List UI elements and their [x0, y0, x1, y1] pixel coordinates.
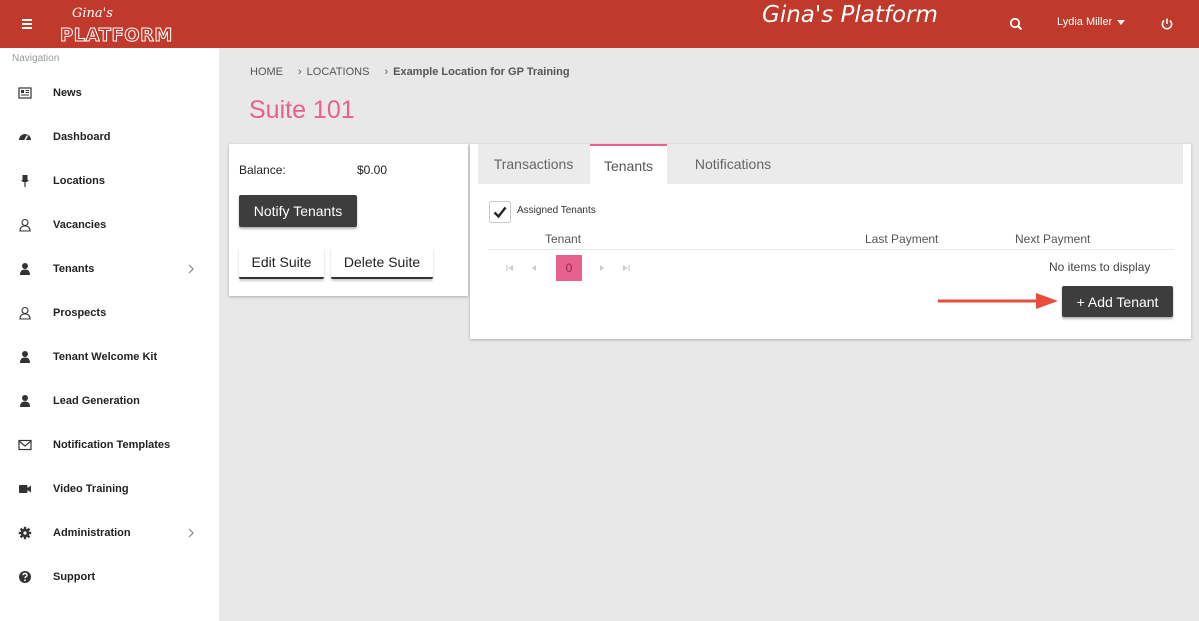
sidebar-item-label: Prospects: [53, 307, 107, 319]
envelope-icon: [18, 439, 32, 451]
sidebar-item-label: Dashboard: [53, 131, 111, 143]
user-icon: [20, 263, 30, 275]
breadcrumb-locations[interactable]: LOCATIONS: [307, 66, 370, 78]
suite-tabs-panel: Transactions Tenants Notifications Assig…: [470, 144, 1191, 339]
next-page-icon[interactable]: [590, 256, 614, 280]
chevron-right-icon: [188, 528, 194, 538]
sidebar-item-prospects[interactable]: Prospects: [0, 298, 219, 328]
tab-tenants[interactable]: Tenants: [590, 144, 667, 186]
balance-value: $0.00: [357, 163, 388, 177]
top-bar: Gina's PLATFORM Gina's Platform Lydia Mi…: [0, 0, 1199, 48]
breadcrumb-current: Example Location for GP Training: [393, 66, 570, 78]
edit-suite-button[interactable]: Edit Suite: [239, 247, 324, 279]
sidebar-item-vacancies[interactable]: Vacancies: [0, 210, 219, 240]
sidebar-item-support[interactable]: Support: [0, 562, 219, 592]
tenants-grid-header: Tenant Last Payment Next Payment: [488, 230, 1174, 250]
tab-notifications[interactable]: Notifications: [673, 144, 793, 184]
sidebar-item-tenant-welcome-kit[interactable]: Tenant Welcome Kit: [0, 342, 219, 372]
user-icon: [20, 351, 30, 363]
chevron-right-icon: [188, 264, 194, 274]
column-header-last-payment[interactable]: Last Payment: [865, 232, 938, 246]
sidebar-item-locations[interactable]: Locations: [0, 166, 219, 196]
power-icon[interactable]: [1160, 17, 1174, 31]
page-title: Suite 101: [249, 96, 355, 124]
logo[interactable]: Gina's PLATFORM: [58, 4, 173, 47]
sidebar-item-notification-templates[interactable]: Notification Templates: [0, 430, 219, 460]
suite-summary-card: Balance: $0.00 Notify Tenants Edit Suite…: [229, 144, 468, 296]
checkmark-icon: [493, 206, 507, 219]
sidebar-item-label: Lead Generation: [53, 395, 140, 407]
gauge-icon: [19, 134, 31, 141]
delete-suite-button[interactable]: Delete Suite: [331, 247, 433, 279]
menu-icon[interactable]: [22, 15, 36, 33]
sidebar-item-label: Tenant Welcome Kit: [53, 351, 158, 363]
assigned-tenants-label: Assigned Tenants: [517, 205, 596, 216]
pin-icon: [21, 175, 29, 187]
logo-word: PLATFORM: [60, 25, 173, 47]
breadcrumb: HOME › LOCATIONS › Example Location for …: [250, 66, 570, 78]
sidebar: Navigation News Dashboard Locations Vaca…: [0, 48, 219, 621]
logo-script: Gina's: [72, 6, 113, 21]
last-page-icon[interactable]: [614, 256, 638, 280]
sidebar-item-label: Notification Templates: [53, 439, 171, 451]
sidebar-item-news[interactable]: News: [0, 78, 219, 108]
tab-transactions[interactable]: Transactions: [478, 144, 589, 184]
sidebar-item-label: Locations: [53, 175, 105, 187]
current-page-number[interactable]: 0: [556, 255, 582, 281]
user-name: Lydia Miller: [1057, 16, 1113, 28]
caret-down-icon: [1117, 19, 1126, 25]
question-icon: [19, 571, 31, 583]
app-title: Gina's Platform: [762, 2, 938, 28]
notify-tenants-button[interactable]: Notify Tenants: [239, 195, 357, 227]
sidebar-item-dashboard[interactable]: Dashboard: [0, 122, 219, 152]
grid-empty-message: No items to display: [1049, 260, 1151, 274]
assigned-tenants-checkbox[interactable]: [489, 201, 511, 223]
user-icon: [20, 395, 30, 407]
sidebar-item-label: Administration: [53, 527, 131, 539]
sidebar-item-video-training[interactable]: Video Training: [0, 474, 219, 504]
newspaper-icon: [18, 87, 32, 99]
tab-strip: Transactions Tenants Notifications: [478, 144, 1183, 186]
sidebar-item-lead-generation[interactable]: Lead Generation: [0, 386, 219, 416]
first-page-icon[interactable]: [498, 256, 522, 280]
breadcrumb-separator: ›: [384, 66, 389, 78]
grid-pager: 0: [498, 254, 638, 282]
user-menu[interactable]: Lydia Miller: [1057, 16, 1126, 28]
gear-icon: [18, 526, 32, 540]
sidebar-item-administration[interactable]: Administration: [0, 518, 219, 548]
sidebar-item-label: News: [53, 87, 82, 99]
video-camera-icon: [19, 485, 31, 493]
add-tenant-button[interactable]: + Add Tenant: [1062, 286, 1173, 317]
column-header-tenant[interactable]: Tenant: [545, 232, 581, 246]
nav-heading: Navigation: [12, 53, 60, 64]
breadcrumb-separator: ›: [298, 66, 302, 78]
sidebar-item-label: Vacancies: [53, 219, 107, 231]
breadcrumb-home[interactable]: HOME: [250, 66, 283, 78]
sidebar-item-label: Video Training: [53, 483, 129, 495]
column-header-next-payment[interactable]: Next Payment: [1015, 232, 1090, 246]
balance-label: Balance:: [239, 163, 286, 177]
user-outline-icon: [19, 306, 31, 320]
sidebar-item-tenants[interactable]: Tenants: [0, 254, 219, 284]
sidebar-item-label: Tenants: [53, 263, 95, 275]
sidebar-item-label: Support: [53, 571, 96, 583]
user-outline-icon: [19, 218, 31, 232]
annotation-arrow-icon: [938, 293, 1058, 309]
search-icon[interactable]: [1009, 17, 1023, 31]
previous-page-icon[interactable]: [522, 256, 546, 280]
